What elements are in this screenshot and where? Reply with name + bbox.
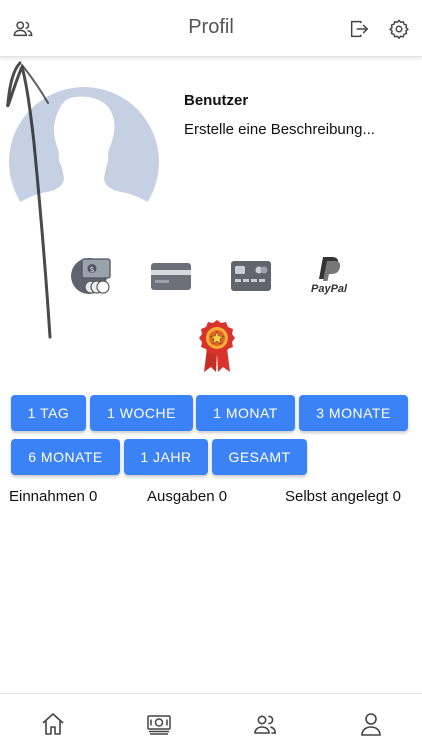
profile-icon[interactable] — [358, 712, 384, 736]
period-button-1-tag[interactable]: 1 TAG — [11, 395, 86, 431]
debit-card-icon[interactable] — [229, 255, 273, 295]
profile-description[interactable]: Erstelle eine Beschreibung... — [184, 121, 375, 138]
award-badge-icon — [199, 320, 235, 372]
period-button-3-monate[interactable]: 3 MONATE — [299, 395, 408, 431]
expenses-stat: Ausgaben 0 — [147, 488, 228, 505]
app-header: Profil — [0, 0, 422, 57]
users-icon[interactable] — [252, 712, 278, 736]
avatar[interactable] — [9, 87, 159, 217]
self-created-stat: Selbst angelegt 0 — [285, 488, 401, 505]
period-button-6-monate[interactable]: 6 MONATE — [11, 439, 120, 475]
credit-card-icon[interactable] — [149, 255, 193, 295]
cash-icon[interactable]: $ — [70, 255, 114, 295]
gear-icon[interactable] — [388, 18, 410, 40]
paypal-label: PayPal — [311, 283, 348, 295]
logout-icon[interactable] — [348, 18, 370, 40]
period-button-1-monat[interactable]: 1 MONAT — [196, 395, 295, 431]
svg-text:$: $ — [89, 265, 94, 274]
user-name: Benutzer — [184, 92, 249, 109]
period-button-gesamt[interactable]: GESAMT — [212, 439, 307, 475]
period-button-1-jahr[interactable]: 1 JAHR — [124, 439, 208, 475]
bottom-navigation — [0, 693, 422, 750]
income-stat: Einnahmen 0 — [9, 488, 98, 505]
home-icon[interactable] — [40, 712, 66, 736]
period-button-1-woche[interactable]: 1 WOCHE — [90, 395, 193, 431]
money-icon[interactable] — [146, 712, 172, 736]
